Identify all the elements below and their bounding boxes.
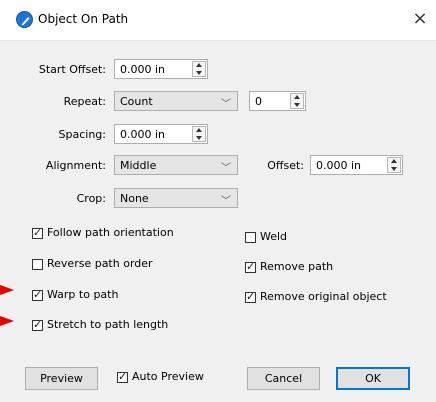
spacing-field[interactable]: 0.000 in: [114, 124, 208, 144]
offset-value: 0.000 in: [316, 159, 362, 172]
offset-field[interactable]: 0.000 in: [310, 155, 403, 175]
spacing-value: 0.000 in: [120, 128, 166, 141]
start-offset-value: 0.000 in: [120, 63, 166, 76]
red-arrow-icon: [0, 285, 14, 295]
checkbox-box[interactable]: [32, 318, 43, 331]
pen-circle-icon: [16, 11, 33, 28]
start-offset-label: Start Offset:: [38, 63, 106, 76]
red-arrow-icon: [0, 316, 14, 326]
checkbox-box[interactable]: [245, 232, 256, 243]
object-on-path-dialog: Object On Path × Start Offset: 0.000 in …: [0, 0, 436, 402]
stretch-to-path-length-label: Stretch to path length: [47, 318, 169, 331]
repeat-selected: Count: [120, 95, 153, 108]
spacing-label: Spacing:: [58, 128, 106, 141]
checkbox-box[interactable]: [32, 259, 43, 270]
chevron-down-icon: ﹀: [221, 99, 231, 110]
cancel-button[interactable]: Cancel: [247, 367, 320, 390]
spin-icon[interactable]: [290, 93, 304, 109]
reverse-path-order-label: Reverse path order: [47, 257, 153, 270]
remove-original-object-label: Remove original object: [260, 290, 387, 303]
repeat-label: Repeat:: [63, 95, 106, 108]
warp-to-path-label: Warp to path: [47, 288, 119, 301]
crop-selected: None: [120, 192, 149, 205]
crop-label: Crop:: [76, 192, 106, 205]
window-title: Object On Path: [38, 12, 129, 26]
start-offset-field[interactable]: 0.000 in: [114, 59, 208, 79]
offset-label: Offset:: [267, 159, 304, 172]
follow-path-orientation-label: Follow path orientation: [47, 226, 174, 239]
alignment-label: Alignment:: [45, 159, 106, 172]
checkbox-box[interactable]: [117, 370, 128, 383]
ok-button[interactable]: OK: [336, 367, 410, 390]
checkbox-box[interactable]: [32, 288, 43, 301]
auto-preview-label: Auto Preview: [132, 370, 204, 383]
chevron-down-icon: ﹀: [221, 196, 231, 207]
repeat-select[interactable]: Count ﹀: [114, 91, 238, 111]
checkbox-box[interactable]: [32, 226, 43, 239]
spin-icon[interactable]: [192, 126, 206, 142]
preview-button[interactable]: Preview: [25, 367, 98, 390]
weld-label: Weld: [260, 230, 288, 243]
alignment-selected: Middle: [120, 159, 157, 172]
crop-select[interactable]: None ﹀: [114, 188, 238, 208]
repeat-count-field[interactable]: 0: [249, 91, 306, 111]
spin-icon[interactable]: [192, 61, 206, 77]
close-icon[interactable]: ×: [410, 8, 430, 30]
repeat-count-value: 0: [255, 95, 262, 108]
title-bar: Object On Path ×: [0, 0, 436, 41]
checkbox-box[interactable]: [245, 290, 256, 303]
remove-path-label: Remove path: [260, 260, 334, 273]
checkbox-box[interactable]: [245, 260, 256, 273]
spin-icon[interactable]: [387, 157, 401, 173]
